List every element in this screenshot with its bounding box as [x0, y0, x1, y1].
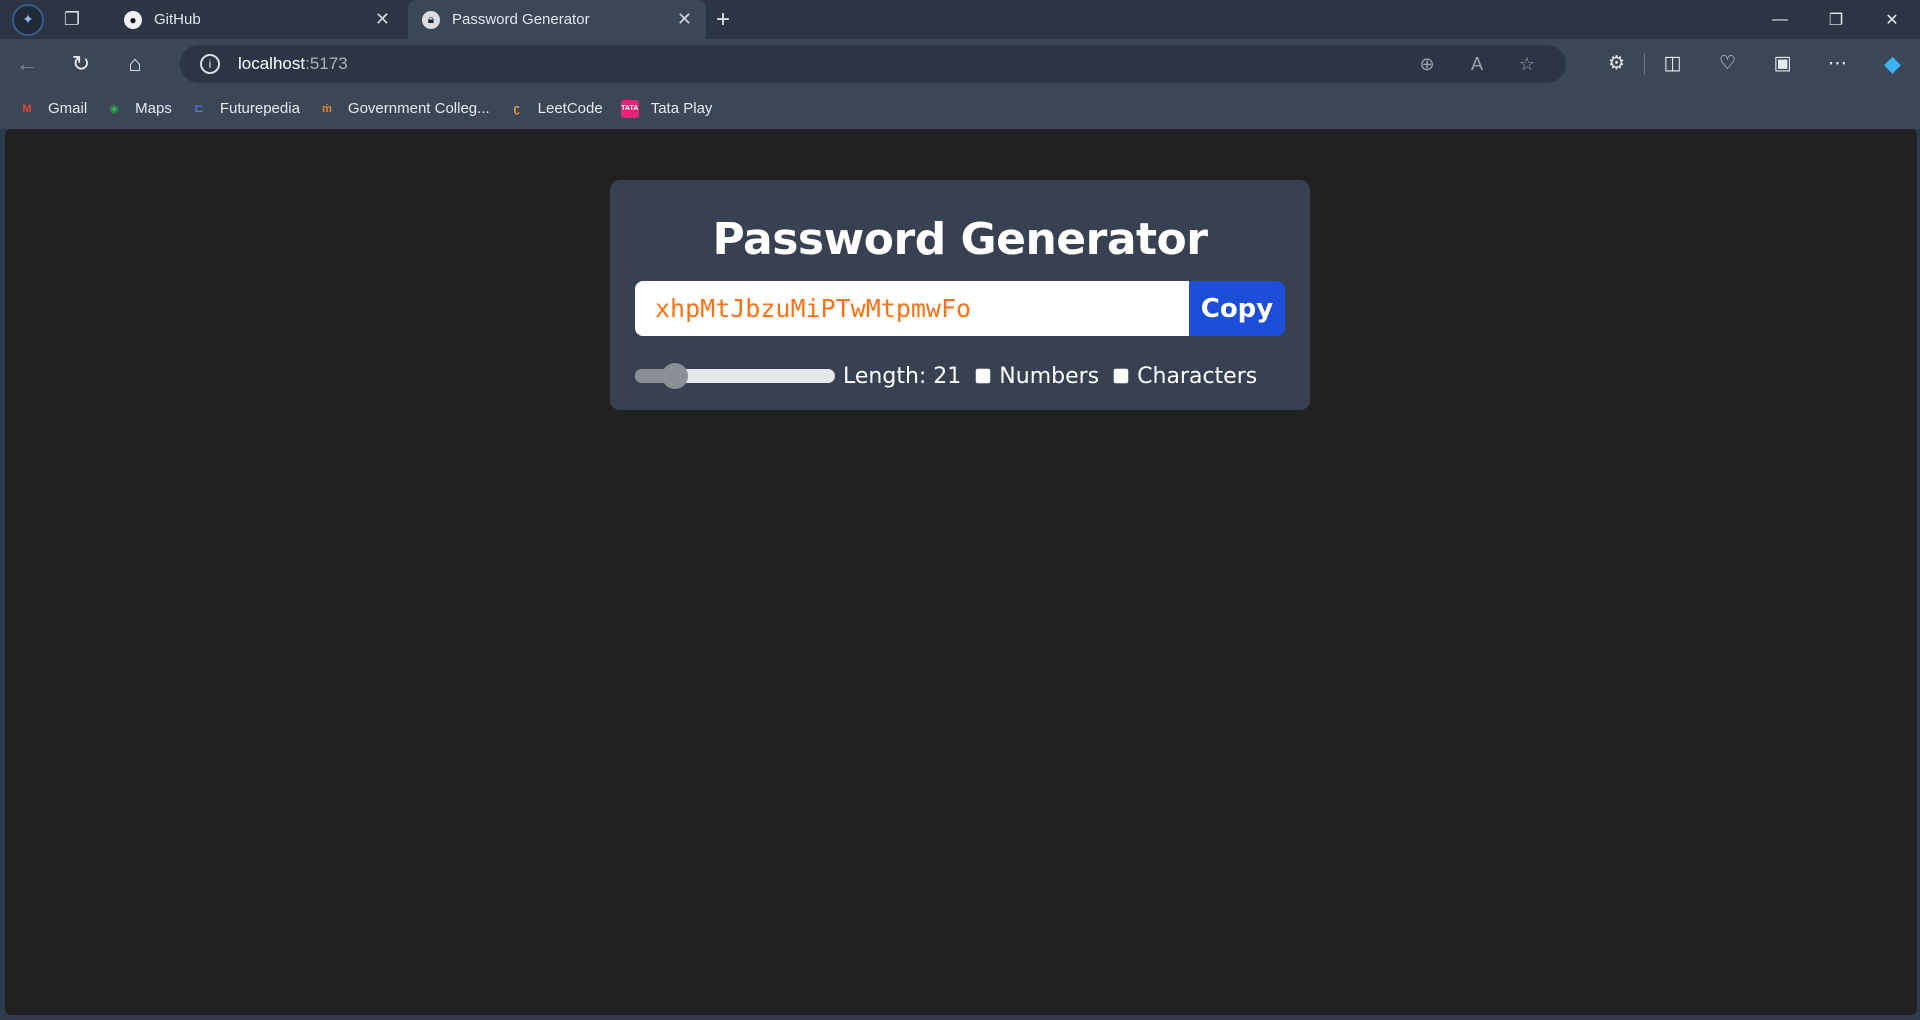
tab-strip: ✦ ❐ ● GitHub ✕ 🔒︎ Password Generator ✕ +… — [0, 0, 1920, 39]
bookmark-maps[interactable]: ◉ Maps — [105, 100, 172, 118]
address-bar[interactable]: i localhost:5173 ⊕ A ☆ — [180, 45, 1566, 83]
leetcode-icon: ʗ — [513, 102, 520, 115]
close-tab-icon[interactable]: ✕ — [375, 9, 390, 30]
college-icon: ṁ — [322, 102, 332, 115]
password-field[interactable] — [635, 281, 1189, 336]
close-tab-icon[interactable]: ✕ — [677, 9, 692, 30]
characters-checkbox[interactable] — [1113, 368, 1130, 384]
futurepedia-icon: ⊏ — [194, 103, 204, 115]
password-row: Copy — [635, 281, 1285, 336]
bookmark-label: Government Colleg... — [347, 100, 490, 117]
back-icon[interactable]: ← — [0, 44, 54, 84]
zoom-icon[interactable]: ⊕ — [1402, 54, 1452, 75]
lock-icon: 🔒︎ — [422, 10, 440, 29]
home-icon[interactable]: ⌂ — [108, 44, 162, 84]
browser-toolbar: ← ↻ ⌂ i localhost:5173 ⊕ A ☆ ⚙ ◫ ♡ ▣ ⋯ ◆ — [0, 39, 1920, 88]
options-row: Length: 21 Numbers Characters — [635, 362, 1257, 390]
numbers-label[interactable]: Numbers — [999, 364, 1099, 389]
browser-essentials-icon[interactable]: ♡ — [1700, 52, 1755, 75]
password-generator-card: Password Generator Copy Length: 21 Numbe… — [610, 180, 1310, 410]
bookmarks-bar: M Gmail ◉ Maps ⊏ Futurepedia ṁ Governmen… — [0, 88, 1920, 129]
address-url[interactable]: localhost:5173 — [238, 54, 348, 74]
bookmark-leetcode[interactable]: ʗ LeetCode — [508, 100, 603, 118]
length-label: Length: 21 — [843, 363, 962, 389]
reload-icon[interactable]: ↻ — [54, 44, 108, 84]
tataplay-icon: TATA — [620, 99, 639, 118]
page-title: Password Generator — [712, 214, 1208, 265]
favorite-star-icon[interactable]: ☆ — [1502, 54, 1552, 75]
site-info-icon[interactable]: i — [200, 54, 220, 74]
workspaces-icon[interactable]: ❐ — [52, 0, 92, 39]
bookmark-futurepedia[interactable]: ⊏ Futurepedia — [190, 100, 300, 118]
split-screen-icon[interactable]: ◫ — [1645, 52, 1700, 75]
page-viewport: Password Generator Copy Length: 21 Numbe… — [5, 129, 1917, 1015]
copy-button[interactable]: Copy — [1189, 281, 1285, 336]
url-port: :5173 — [305, 54, 348, 73]
numbers-checkbox[interactable] — [975, 368, 992, 384]
extensions-icon[interactable]: ⚙ — [1589, 52, 1644, 75]
gmail-icon: M — [22, 102, 32, 115]
bookmark-label: Maps — [135, 100, 172, 117]
maps-icon: ◉ — [109, 103, 119, 115]
window-controls: — ❐ ✕ — [1752, 0, 1920, 39]
tab-title: GitHub — [154, 11, 201, 28]
close-window-icon[interactable]: ✕ — [1864, 0, 1920, 39]
copilot-icon[interactable]: ◆ — [1865, 51, 1920, 77]
tab-github[interactable]: ● GitHub ✕ — [110, 0, 404, 39]
bookmark-tata-play[interactable]: TATA Tata Play — [620, 99, 713, 118]
bookmark-label: Tata Play — [650, 100, 713, 117]
length-slider[interactable] — [635, 363, 835, 389]
restore-icon[interactable]: ❐ — [1808, 0, 1864, 39]
bookmark-label: LeetCode — [537, 100, 603, 117]
tab-title: Password Generator — [452, 11, 590, 28]
tab-password-generator[interactable]: 🔒︎ Password Generator ✕ — [408, 0, 706, 39]
bookmark-label: Futurepedia — [219, 100, 300, 117]
bookmark-label: Gmail — [48, 100, 88, 117]
profile-avatar[interactable]: ✦ — [12, 3, 44, 36]
collections-icon[interactable]: ▣ — [1755, 52, 1810, 75]
new-tab-icon[interactable]: + — [716, 0, 730, 39]
bookmark-government-college[interactable]: ṁ Government Colleg... — [318, 100, 490, 118]
minimize-icon[interactable]: — — [1752, 0, 1808, 39]
read-aloud-icon[interactable]: A — [1452, 54, 1502, 75]
url-host: localhost — [238, 54, 306, 73]
slider-thumb[interactable] — [662, 363, 688, 389]
bookmark-gmail[interactable]: M Gmail — [18, 100, 87, 118]
characters-label[interactable]: Characters — [1137, 364, 1257, 389]
github-icon: ● — [124, 10, 142, 29]
more-menu-icon[interactable]: ⋯ — [1810, 52, 1865, 75]
